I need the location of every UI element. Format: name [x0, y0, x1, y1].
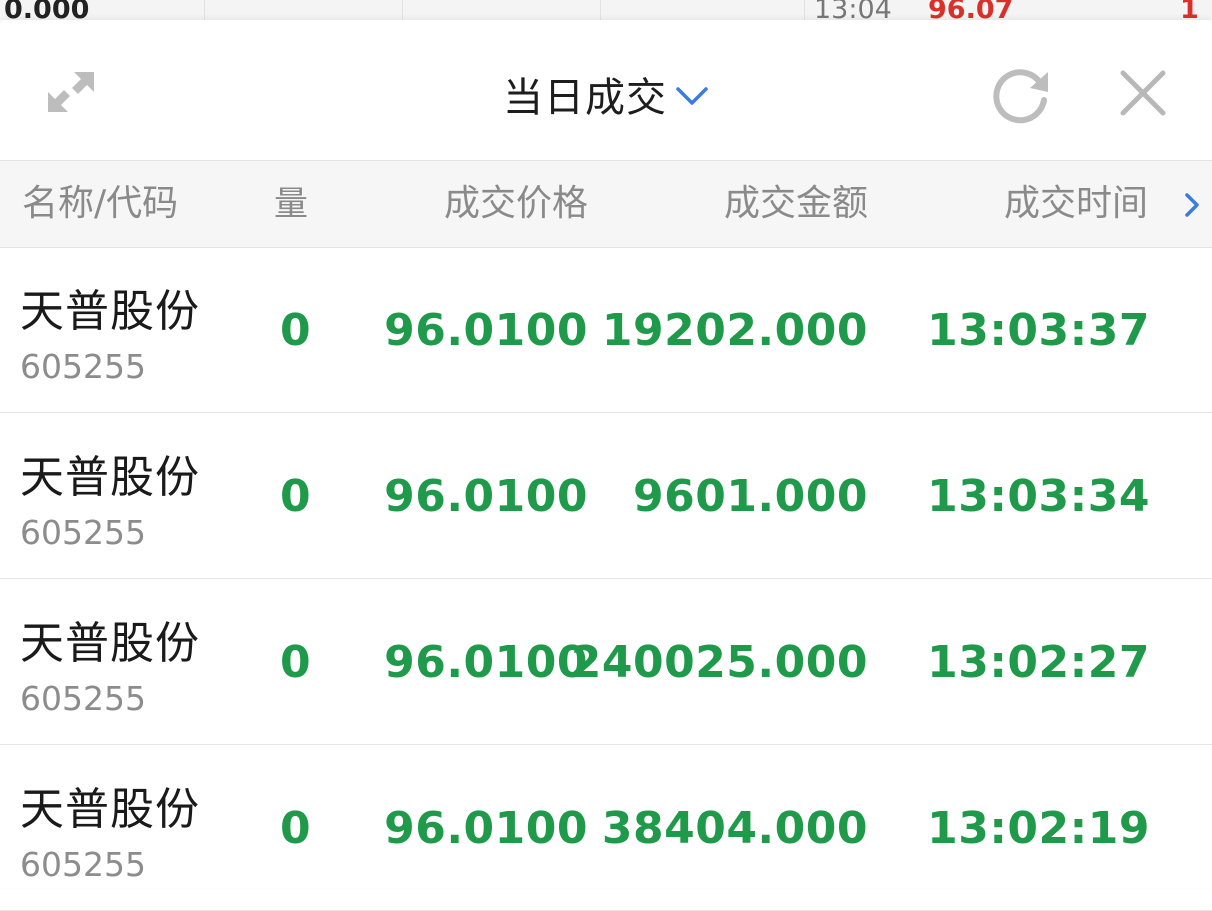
stock-code: 605255: [20, 513, 146, 552]
trade-volume: 0: [280, 471, 312, 522]
table-row[interactable]: 天普股份 605255 0 96.0100 38404.000 13:02:19: [0, 745, 1212, 911]
background-cell: [402, 0, 601, 20]
trade-price: 96.0100: [384, 637, 588, 688]
column-header-volume[interactable]: 量: [274, 161, 308, 247]
table-row[interactable]: 天普股份 605255 0 96.0100 19202.000 13:03:37: [0, 247, 1212, 413]
stock-name: 天普股份: [20, 618, 200, 669]
background-quote-strip: 0.000 13:04 96.07 1: [0, 0, 1212, 20]
trade-price: 96.0100: [384, 803, 588, 854]
stock-name: 天普股份: [20, 452, 200, 503]
background-cell: [600, 0, 805, 20]
close-icon[interactable]: [1114, 64, 1172, 122]
title-dropdown[interactable]: 当日成交: [503, 65, 709, 123]
trade-amount: 240025.000: [570, 637, 868, 688]
trades-panel: 当日成交 名称/代码 量 成交价格 成交金额 成交时间 天普股份 605255 …: [0, 20, 1212, 911]
table-row[interactable]: 天普股份 605255 0 96.0100 9601.000 13:03:34: [0, 413, 1212, 579]
table-header: 名称/代码 量 成交价格 成交金额 成交时间: [0, 160, 1212, 248]
trade-amount: 19202.000: [601, 305, 868, 356]
background-value: 0.000: [4, 0, 90, 20]
column-header-price[interactable]: 成交价格: [444, 161, 588, 247]
trade-price: 96.0100: [384, 305, 588, 356]
stock-code: 605255: [20, 347, 146, 386]
background-price: 96.07: [928, 0, 1014, 20]
stock-code: 605255: [20, 679, 146, 718]
background-right-value: 1: [1180, 0, 1199, 20]
background-cell: [204, 0, 403, 20]
stock-code: 605255: [20, 845, 146, 884]
trade-volume: 0: [280, 803, 312, 854]
trade-time: 13:02:19: [927, 803, 1150, 854]
panel-title: 当日成交: [503, 75, 667, 121]
trade-time: 13:03:34: [927, 471, 1150, 522]
table-row[interactable]: 天普股份 605255 0 96.0100 240025.000 13:02:2…: [0, 579, 1212, 745]
background-time: 13:04: [814, 0, 892, 20]
trade-amount: 38404.000: [601, 803, 868, 854]
panel-toolbar: 当日成交: [0, 20, 1212, 160]
column-header-name[interactable]: 名称/代码: [22, 161, 178, 247]
trade-volume: 0: [280, 305, 312, 356]
trade-time: 13:03:37: [927, 305, 1150, 356]
trade-volume: 0: [280, 637, 312, 688]
column-header-amount[interactable]: 成交金额: [724, 161, 868, 247]
stock-name: 天普股份: [20, 784, 200, 835]
chevron-down-icon: [676, 87, 708, 105]
stock-name: 天普股份: [20, 286, 200, 337]
trade-time: 13:02:27: [927, 637, 1150, 688]
chevron-right-icon[interactable]: [1182, 191, 1202, 219]
trade-price: 96.0100: [384, 471, 588, 522]
column-header-time[interactable]: 成交时间: [1004, 161, 1148, 247]
trade-amount: 9601.000: [632, 471, 868, 522]
refresh-icon[interactable]: [990, 64, 1054, 128]
trades-list: 天普股份 605255 0 96.0100 19202.000 13:03:37…: [0, 247, 1212, 911]
